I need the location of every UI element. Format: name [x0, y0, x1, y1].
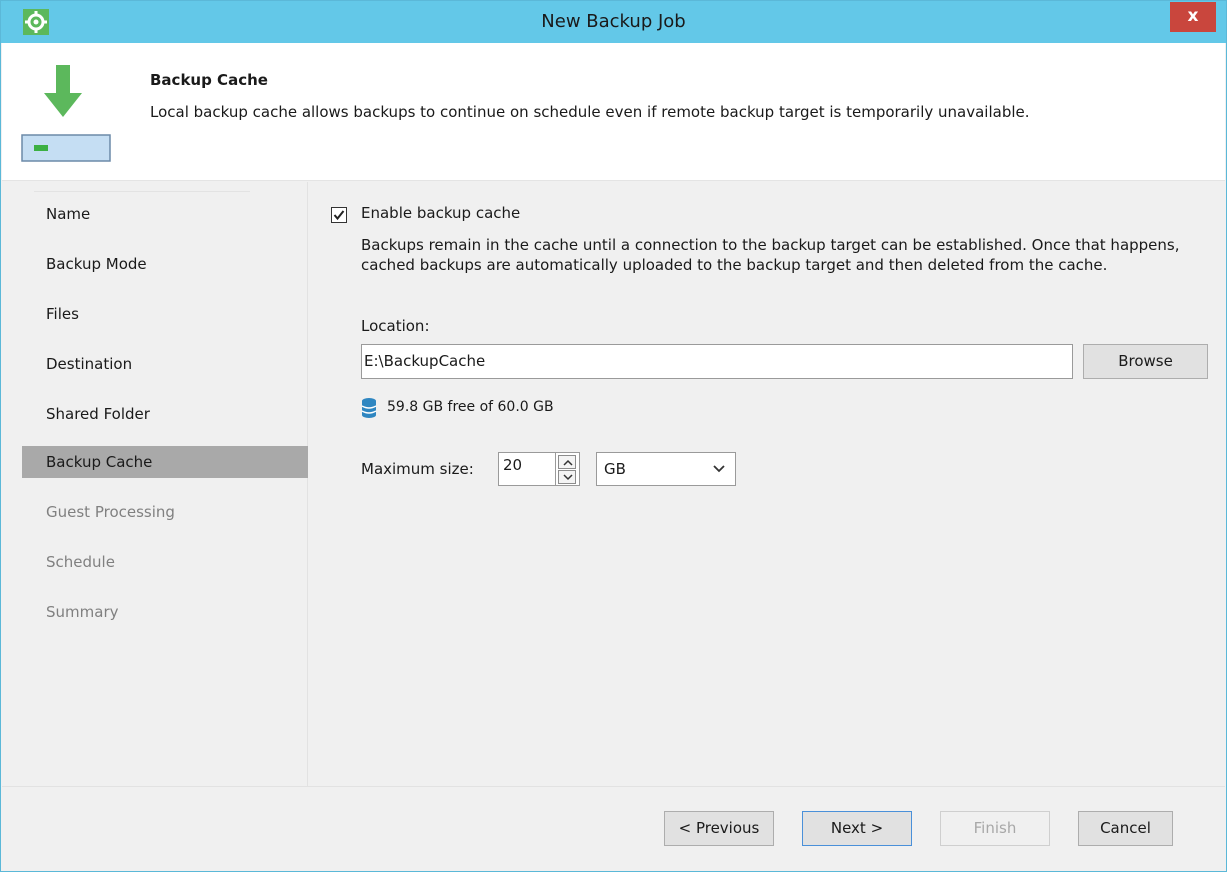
new-backup-job-window: New Backup Job x Backup Cache Local back…: [0, 0, 1227, 872]
size-stepper: [556, 452, 580, 486]
title-bar: New Backup Job x: [1, 1, 1226, 43]
step-guest-processing: Guest Processing: [46, 503, 175, 521]
maximum-size-input[interactable]: 20: [498, 452, 556, 486]
spin-up-button[interactable]: [558, 455, 576, 469]
close-button[interactable]: x: [1170, 2, 1216, 32]
step-name[interactable]: Name: [22, 199, 308, 229]
step-shared-folder[interactable]: Shared Folder: [22, 399, 308, 429]
chevron-down-icon: [563, 474, 573, 481]
wizard-footer: < Previous Next > Finish Cancel: [2, 786, 1225, 871]
backup-cache-panel: Enable backup cache Backups remain in th…: [309, 182, 1226, 786]
step-backup-mode[interactable]: Backup Mode: [22, 249, 308, 279]
location-input[interactable]: E:\BackupCache: [361, 344, 1073, 379]
free-space-text: 59.8 GB free of 60.0 GB: [387, 399, 554, 415]
database-icon: [361, 398, 377, 418]
backup-cache-download-icon: [21, 65, 111, 162]
enable-backup-cache-label[interactable]: Enable backup cache: [361, 204, 520, 222]
sidebar-divider: [34, 191, 250, 192]
next-button[interactable]: Next >: [802, 811, 912, 846]
step-destination[interactable]: Destination: [22, 349, 308, 379]
spin-down-button[interactable]: [558, 470, 576, 484]
cancel-button[interactable]: Cancel: [1078, 811, 1173, 846]
enable-backup-cache-checkbox[interactable]: [331, 207, 347, 223]
size-unit-value: GB: [604, 460, 626, 478]
location-label: Location:: [361, 317, 430, 335]
page-description: Local backup cache allows backups to con…: [150, 103, 1030, 121]
step-files[interactable]: Files: [22, 299, 308, 329]
page-header: Backup Cache Local backup cache allows b…: [2, 43, 1225, 181]
finish-button: Finish: [940, 811, 1050, 846]
chevron-up-icon: [563, 459, 573, 466]
window-title: New Backup Job: [541, 11, 686, 32]
browse-button[interactable]: Browse: [1083, 344, 1208, 379]
cache-description: Backups remain in the cache until a conn…: [361, 236, 1180, 274]
chevron-down-icon: [713, 465, 725, 473]
size-unit-dropdown[interactable]: GB: [596, 452, 736, 486]
wizard-steps-sidebar: Name Backup Mode Files Destination Share…: [2, 182, 308, 786]
step-backup-cache[interactable]: Backup Cache: [22, 446, 308, 478]
maximum-size-label: Maximum size:: [361, 460, 474, 478]
previous-button[interactable]: < Previous: [664, 811, 774, 846]
step-summary: Summary: [46, 603, 119, 621]
page-title: Backup Cache: [150, 71, 268, 89]
checkmark-icon: [333, 210, 345, 221]
step-schedule: Schedule: [46, 553, 115, 571]
